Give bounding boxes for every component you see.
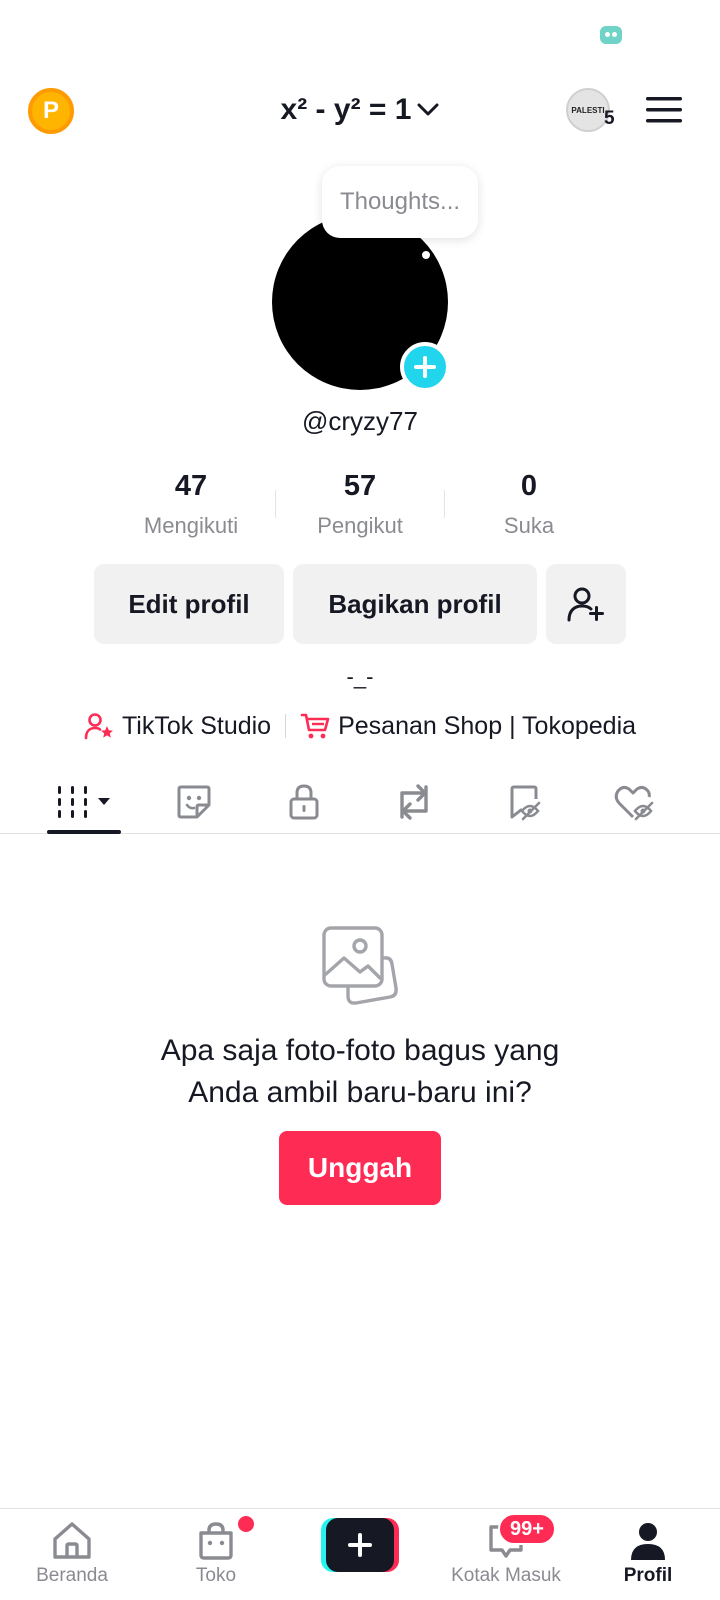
link-separator [285,714,287,738]
nav-shop[interactable]: Toko [146,1521,286,1587]
coin-icon[interactable]: P [28,88,74,134]
nav-profile-label: Profil [623,1565,673,1586]
stat-followers-label: Pengikut [317,513,403,538]
thought-dot [422,251,430,259]
nav-inbox-label: Kotak Masuk [451,1565,561,1586]
share-profile-label: Bagikan profil [328,588,502,619]
shop-notification-dot [238,1516,254,1532]
create-core [326,1518,394,1572]
stat-followers-value: 57 [343,470,377,502]
repost-icon [400,784,428,820]
tab-reposts[interactable] [359,776,469,828]
stickers-icon [177,785,211,819]
add-avatar-button[interactable] [400,342,450,392]
liked-icon [614,785,654,821]
share-profile-button[interactable]: Bagikan profil [293,564,537,644]
edit-profile-label: Edit profil [128,588,250,619]
account-switcher[interactable]: x² - y² = 1 [200,88,520,132]
plus-icon [414,356,436,378]
thought-text: Thoughts... [339,188,461,215]
stat-following-label: Mengikuti [143,513,239,538]
upload-label: Unggah [307,1152,413,1183]
add-friend-button[interactable] [546,564,626,644]
lock-icon [289,784,319,820]
badge-count: 5 [604,108,615,129]
upload-button[interactable]: Unggah [279,1131,441,1205]
nav-shop-label: Toko [195,1565,237,1586]
favorites-icon [510,785,541,821]
cart-icon [300,713,330,739]
profile-icon [631,1523,665,1560]
stat-likes-label: Suka [503,513,555,538]
profile-links: TikTok Studio Pesanan Shop | Tokopedia [40,708,680,744]
active-tab-indicator [47,830,121,834]
stat-following[interactable]: 47 Mengikuti [106,470,276,539]
add-user-icon [567,587,604,622]
chevron-down-icon [417,103,439,117]
nav-home-label: Beranda [36,1565,108,1586]
videos-grid-icon [58,786,110,818]
studio-icon [84,713,113,740]
tab-stickers[interactable] [139,776,249,828]
username-handle: @cryzy77 [302,406,418,436]
tiktok-studio-label: TikTok Studio [121,711,272,740]
stat-followers[interactable]: 57 Pengikut [275,470,445,539]
bio-text: -_- [346,664,374,689]
empty-line-2: Anda ambil baru-baru ini? [188,1076,532,1109]
home-icon [53,1522,91,1559]
tiktok-studio-link[interactable]: TikTok Studio [84,712,271,741]
stat-following-value: 47 [174,470,208,502]
empty-state-message: Apa saja foto-foto bagus yang Anda ambil… [100,1030,620,1114]
stat-likes[interactable]: 0 Suka [444,470,614,539]
content-tabs [0,770,720,834]
nav-home[interactable]: Beranda [2,1521,142,1587]
create-button[interactable] [321,1518,399,1572]
photos-icon [318,924,402,1008]
tab-favorites[interactable] [469,776,579,828]
shop-orders-link[interactable]: Pesanan Shop | Tokopedia [300,712,636,741]
empty-line-1: Apa saja foto-foto bagus yang [160,1034,560,1067]
tab-private[interactable] [249,776,359,828]
badge-text: PALESTI [571,105,605,115]
tab-videos[interactable] [29,776,139,828]
status-app-icon [600,26,622,44]
tab-liked[interactable] [579,776,689,828]
nav-profile[interactable]: Profil [578,1521,718,1587]
shop-orders-label: Pesanan Shop | Tokopedia [338,711,637,740]
account-title: x² - y² = 1 [280,93,412,126]
shopping-bag-icon [199,1522,233,1560]
coin-letter: P [42,97,59,124]
thought-bubble[interactable]: Thoughts... [322,166,478,238]
stat-likes-value: 0 [520,470,538,502]
plus-icon [348,1533,372,1557]
menu-icon[interactable] [646,96,682,124]
edit-profile-button[interactable]: Edit profil [94,564,284,644]
inbox-count-badge: 99+ [498,1513,556,1545]
